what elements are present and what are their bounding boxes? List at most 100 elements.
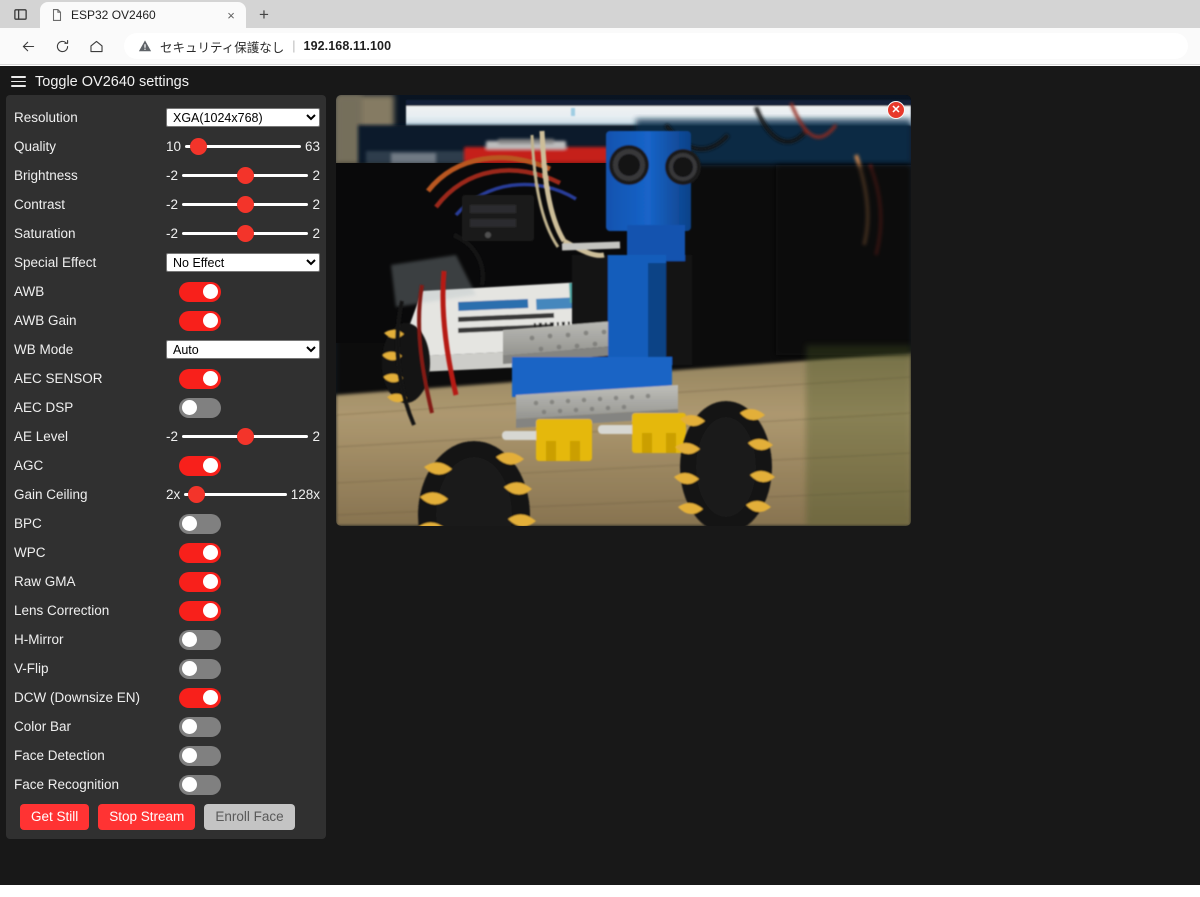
toggle-wpc[interactable] [179,542,221,563]
slider-track[interactable] [185,138,301,155]
setting-control [166,281,318,302]
toggle-knob [182,748,197,763]
setting-label: V-Flip [14,661,49,676]
slider-track[interactable] [182,225,309,242]
setting-row: Gain Ceiling 2x 128x [14,480,320,509]
toggle-face-recognition[interactable] [179,774,221,795]
toggle-aec-dsp[interactable] [179,397,221,418]
back-arrow-icon[interactable] [12,30,44,62]
setting-control [166,513,318,534]
toggle-knob [203,371,218,386]
page-content: Resolution UXGA(1600x1200)SXGA(1280x1024)… [0,95,1200,839]
setting-label: AGC [14,458,44,473]
slider-saturation[interactable]: -2 2 [166,225,320,242]
slider-gain-ceiling[interactable]: 2x 128x [166,486,320,503]
setting-control [166,716,318,737]
setting-label: AEC SENSOR [14,371,103,386]
select-resolution[interactable]: UXGA(1600x1200)SXGA(1280x1024)XGA(1024x7… [166,108,320,127]
toggle-face-detection[interactable] [179,745,221,766]
close-circle-icon[interactable]: ✕ [887,101,905,119]
toggle-knob [203,603,218,618]
settings-toggle-header[interactable]: Toggle OV2640 settings [0,66,1200,95]
get-still-button[interactable]: Get Still [20,804,90,830]
slider-thumb[interactable] [236,225,254,242]
setting-row: WB Mode AutoSunnyCloudyOfficeHome [14,335,320,364]
slider-thumb[interactable] [188,486,206,503]
slider-thumb[interactable] [236,167,254,184]
setting-row: Contrast -2 2 [14,190,320,219]
setting-row: Special Effect No EffectNegativeGrayscale… [14,248,320,277]
window-restore-icon[interactable] [0,0,40,28]
setting-label: Special Effect [14,255,97,270]
setting-control: -2 2 [166,167,320,184]
toggle-knob [203,690,218,705]
slider-track[interactable] [182,428,309,445]
setting-label: BPC [14,516,42,531]
toggle-dcw-downsize-en-[interactable] [179,687,221,708]
toggle-knob [203,284,218,299]
setting-row: AWB [14,277,318,306]
setting-label: AWB [14,284,45,299]
setting-control [166,310,318,331]
slider-thumb[interactable] [236,196,254,213]
setting-control [166,397,318,418]
browser-tab[interactable]: ESP32 OV2460 × [40,2,246,28]
slider-contrast[interactable]: -2 2 [166,196,320,213]
setting-row: V-Flip [14,654,318,683]
close-icon[interactable]: × [222,6,240,24]
address-bar[interactable]: セキュリティ保護なし | 192.168.11.100 [124,33,1188,59]
slider-track[interactable] [182,196,309,213]
toggle-knob [182,661,197,676]
browser-toolbar: セキュリティ保護なし | 192.168.11.100 [0,28,1200,65]
setting-label: Contrast [14,197,66,212]
setting-control: -2 2 [166,428,320,445]
stop-stream-button[interactable]: Stop Stream [98,804,196,830]
slider-max-label: 2 [312,429,320,444]
select-wb-mode[interactable]: AutoSunnyCloudyOfficeHome [166,340,320,359]
setting-row: Color Bar [14,712,318,741]
setting-row: BPC [14,509,318,538]
window-bottom-edge [0,885,1200,897]
toggle-agc[interactable] [179,455,221,476]
toggle-knob [203,313,218,328]
reload-icon[interactable] [46,30,78,62]
new-tab-button[interactable]: + [250,2,278,28]
slider-brightness[interactable]: -2 2 [166,167,320,184]
slider-thumb[interactable] [190,138,208,155]
slider-thumb[interactable] [236,428,254,445]
toggle-raw-gma[interactable] [179,571,221,592]
setting-label: AWB Gain [14,313,77,328]
omnibox-separator: | [292,39,296,53]
select-special-effect[interactable]: No EffectNegativeGrayscaleRed TintGreen … [166,253,320,272]
toggle-h-mirror[interactable] [179,629,221,650]
enroll-face-button[interactable]: Enroll Face [204,804,295,830]
setting-row: AWB Gain [14,306,318,335]
toggle-v-flip[interactable] [179,658,221,679]
toggle-awb-gain[interactable] [179,310,221,331]
toggle-awb[interactable] [179,281,221,302]
toggle-knob [182,516,197,531]
slider-track[interactable] [184,486,287,503]
warning-triangle-icon [138,39,152,53]
toggle-lens-correction[interactable] [179,600,221,621]
toggle-aec-sensor[interactable] [179,368,221,389]
hamburger-menu-icon[interactable] [11,76,26,87]
slider-track[interactable] [182,167,309,184]
home-icon[interactable] [80,30,112,62]
camera-settings-panel: Resolution UXGA(1600x1200)SXGA(1280x1024)… [6,95,326,839]
setting-row: WPC [14,538,318,567]
camera-stream-image [336,95,911,526]
slider-max-label: 128x [290,487,320,502]
setting-control [166,542,318,563]
toggle-color-bar[interactable] [179,716,221,737]
setting-row: Brightness -2 2 [14,161,320,190]
toggle-knob [182,400,197,415]
slider-quality[interactable]: 10 63 [166,138,320,155]
setting-row: AEC DSP [14,393,318,422]
page-title: Toggle OV2640 settings [35,73,189,90]
toggle-bpc[interactable] [179,513,221,534]
slider-ae-level[interactable]: -2 2 [166,428,320,445]
setting-row: Raw GMA [14,567,318,596]
toggle-knob [203,545,218,560]
setting-label: Quality [14,139,57,154]
